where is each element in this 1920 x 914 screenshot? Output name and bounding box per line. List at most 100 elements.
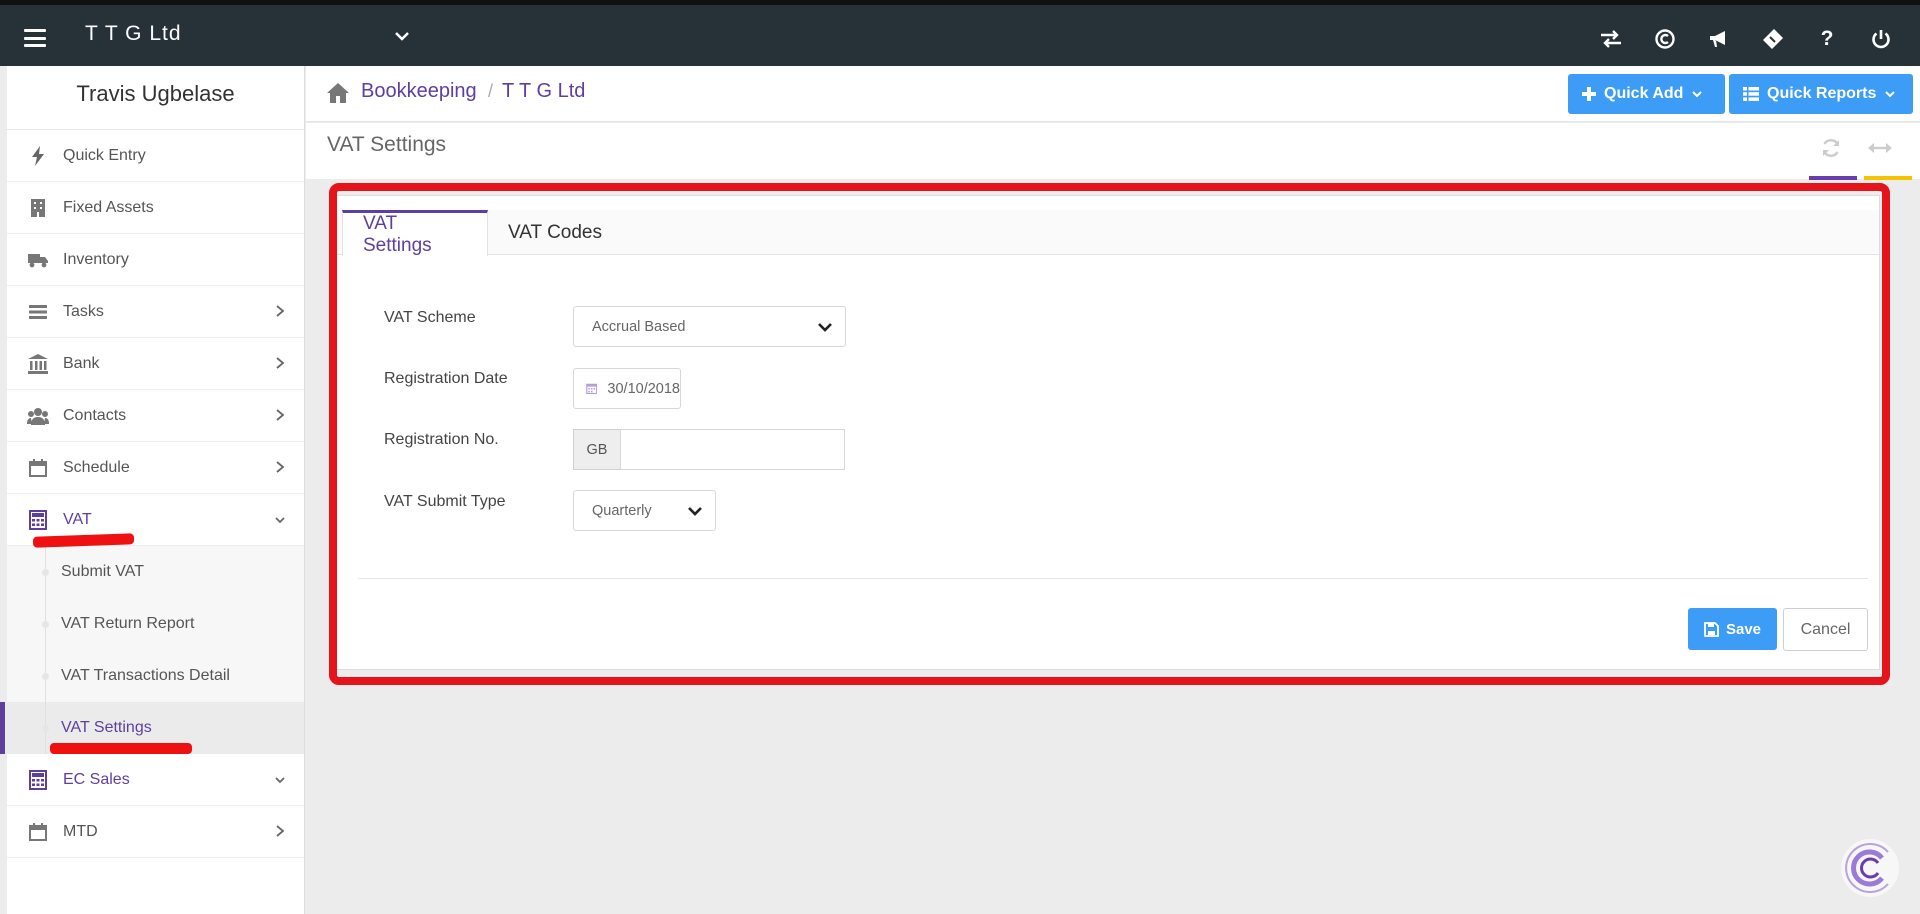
- registration-no-prefix: GB: [573, 429, 621, 470]
- sidebar-item-tasks[interactable]: Tasks: [7, 286, 304, 338]
- vat-submit-type-label: VAT Submit Type: [384, 493, 506, 510]
- sidebar-item-label: Schedule: [63, 458, 130, 476]
- sidebar: Travis Ugbelase Quick Entry Fixed Assets…: [0, 66, 305, 914]
- registration-no-input[interactable]: [620, 429, 845, 470]
- sidebar-item-label: Inventory: [63, 250, 129, 268]
- power-icon[interactable]: [1854, 23, 1908, 55]
- accent-bar-purple: [1809, 176, 1857, 180]
- sidebar-item-label: Contacts: [63, 406, 127, 424]
- sidebar-subitem-submit-vat[interactable]: Submit VAT: [7, 546, 304, 598]
- vat-scheme-value: Accrual Based: [592, 318, 686, 335]
- chevron-down-icon: [688, 507, 702, 516]
- sidebar-subitem-label: VAT Return Report: [61, 615, 195, 632]
- vat-submit-type-value: Quarterly: [592, 502, 652, 519]
- vat-submit-type-select[interactable]: Quarterly: [573, 490, 716, 531]
- calendar-icon: [586, 383, 598, 395]
- cancel-button[interactable]: Cancel: [1783, 608, 1868, 651]
- user-name: Travis Ugbelase: [7, 66, 304, 130]
- chat-widget-icon[interactable]: [1838, 836, 1902, 900]
- header-actions: ?: [1584, 23, 1908, 55]
- calendar-icon: [27, 457, 49, 479]
- tasks-icon: [27, 301, 49, 323]
- breadcrumb-bookkeeping[interactable]: Bookkeeping: [361, 80, 477, 103]
- sidebar-item-quick-entry[interactable]: Quick Entry: [7, 130, 304, 182]
- chevron-right-icon: [276, 357, 285, 369]
- sidebar-subitem-vat-return-report[interactable]: VAT Return Report: [7, 598, 304, 650]
- breadcrumb-company[interactable]: T T G Ltd: [502, 80, 585, 103]
- bolt-icon: [27, 145, 49, 167]
- calculator-icon: [27, 769, 49, 791]
- breadcrumb-separator: /: [488, 81, 494, 101]
- registration-date-field[interactable]: 30/10/2018: [573, 368, 681, 409]
- refresh-icon[interactable]: [1816, 135, 1846, 161]
- chevron-right-icon: [276, 461, 285, 473]
- truck-icon: [27, 249, 49, 271]
- registration-date-label: Registration Date: [384, 370, 508, 387]
- sidebar-item-bank[interactable]: Bank: [7, 338, 304, 390]
- sidebar-subitem-label: Submit VAT: [61, 563, 144, 580]
- list-icon: [1743, 87, 1759, 101]
- quick-add-label: Quick Add: [1604, 85, 1684, 102]
- sidebar-subitem-label: VAT Settings: [61, 719, 152, 736]
- company-switch-chevron-icon[interactable]: [393, 27, 411, 45]
- chevron-down-icon: [275, 517, 285, 524]
- form-divider: [358, 578, 1868, 579]
- tree-dot: [42, 673, 49, 680]
- chevron-down-icon: [1692, 91, 1703, 98]
- chevron-right-icon: [276, 825, 285, 837]
- chevron-down-icon: [1885, 91, 1896, 98]
- plus-icon: [1582, 87, 1596, 101]
- sidebar-item-mtd[interactable]: MTD: [7, 806, 304, 858]
- vat-settings-card: VAT Settings VAT Codes VAT Scheme Accrua…: [335, 195, 1880, 670]
- tab-vat-settings[interactable]: VAT Settings: [342, 210, 488, 256]
- sidebar-item-label: MTD: [63, 822, 98, 840]
- calendar-icon: [27, 821, 49, 843]
- sidebar-item-label: Quick Entry: [63, 146, 146, 164]
- users-icon: [27, 405, 49, 427]
- save-label: Save: [1725, 620, 1762, 638]
- quick-reports-label: Quick Reports: [1767, 85, 1877, 102]
- transfer-icon[interactable]: [1584, 23, 1638, 55]
- sidebar-subitem-vat-transactions-detail[interactable]: VAT Transactions Detail: [7, 650, 304, 702]
- menu-icon[interactable]: [24, 29, 46, 47]
- registration-no-label: Registration No.: [384, 431, 499, 448]
- sidebar-item-label: Tasks: [63, 302, 104, 320]
- save-button[interactable]: Save: [1688, 608, 1777, 650]
- sidebar-item-label: Fixed Assets: [63, 198, 154, 216]
- sidebar-subitem-label: VAT Transactions Detail: [61, 667, 230, 684]
- chevron-right-icon: [276, 305, 285, 317]
- company-name: T T G Ltd: [85, 22, 182, 45]
- bank-icon: [27, 353, 49, 375]
- registration-date-value: 30/10/2018: [607, 380, 680, 397]
- breadcrumb: Bookkeeping / T T G Ltd Quick Add Quick …: [306, 66, 1920, 122]
- chevron-right-icon: [276, 409, 285, 421]
- vat-scheme-select[interactable]: Accrual Based: [573, 306, 846, 347]
- quick-add-button[interactable]: Quick Add: [1568, 74, 1725, 114]
- sidebar-item-fixed-assets[interactable]: Fixed Assets: [7, 182, 304, 234]
- chevron-down-icon: [818, 323, 832, 332]
- megaphone-icon[interactable]: [1692, 23, 1746, 55]
- home-icon[interactable]: [326, 82, 350, 104]
- accent-bar-yellow: [1864, 176, 1912, 180]
- tab-vat-codes[interactable]: VAT Codes: [488, 210, 622, 256]
- sidebar-item-inventory[interactable]: Inventory: [7, 234, 304, 286]
- building-icon: [27, 197, 49, 219]
- sidebar-item-schedule[interactable]: Schedule: [7, 442, 304, 494]
- annotation-underline-vat-settings: [50, 743, 192, 754]
- chevron-down-icon: [275, 777, 285, 784]
- quick-reports-button[interactable]: Quick Reports: [1729, 74, 1913, 114]
- sidebar-item-ec-sales[interactable]: EC Sales: [7, 754, 304, 806]
- tree-dot: [42, 725, 49, 732]
- expand-horizontal-icon[interactable]: [1865, 135, 1895, 161]
- page-title: VAT Settings: [327, 133, 447, 156]
- sidebar-item-label: EC Sales: [63, 770, 130, 788]
- calculator-icon: [27, 509, 49, 531]
- top-bar: T T G Ltd ?: [0, 0, 1920, 66]
- tree-dot: [42, 621, 49, 628]
- currency-icon[interactable]: [1638, 23, 1692, 55]
- ticket-icon[interactable]: [1746, 23, 1800, 55]
- tab-bar: VAT Settings VAT Codes: [336, 210, 1879, 256]
- sidebar-item-contacts[interactable]: Contacts: [7, 390, 304, 442]
- page-title-bar: VAT Settings: [306, 123, 1920, 179]
- help-icon[interactable]: ?: [1800, 23, 1854, 55]
